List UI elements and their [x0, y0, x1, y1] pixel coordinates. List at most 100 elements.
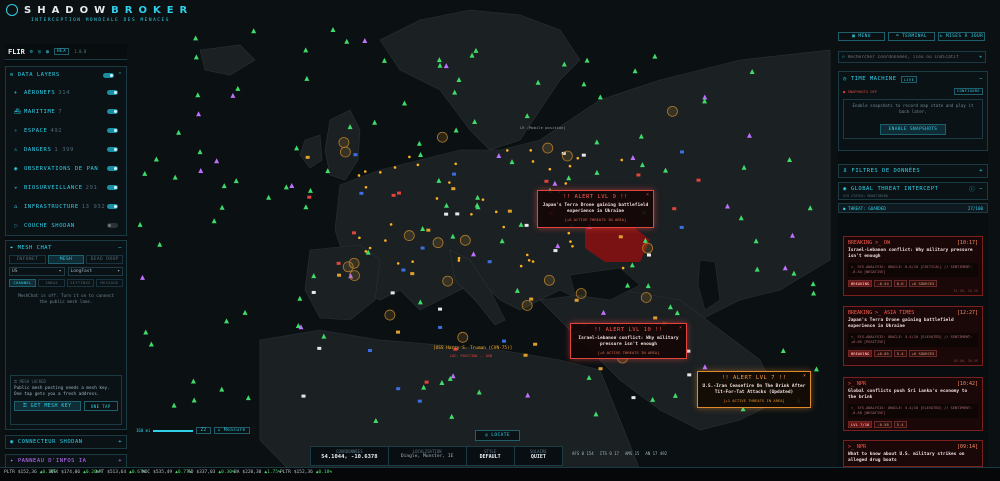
infrastructure-cluster[interactable]: [543, 274, 555, 286]
infrastructure-cluster[interactable]: [338, 137, 350, 148]
aircraft-marker[interactable]: [408, 155, 411, 159]
aircraft-marker[interactable]: [457, 256, 461, 260]
flag-marker[interactable]: [426, 228, 431, 232]
flag-marker[interactable]: [317, 346, 322, 350]
infrastructure-cluster[interactable]: [640, 292, 652, 303]
flag-marker[interactable]: [631, 396, 636, 400]
aircraft-marker[interactable]: [576, 156, 580, 160]
chevron-up-icon[interactable]: ⌃: [118, 72, 122, 78]
close-icon[interactable]: ×: [679, 325, 682, 331]
flag-marker[interactable]: [452, 172, 457, 176]
layer-toggle[interactable]: [107, 147, 118, 152]
flag-marker[interactable]: [696, 178, 701, 182]
zoom-badge[interactable]: Z2: [196, 427, 211, 434]
aircraft-marker[interactable]: [505, 149, 509, 152]
ticker-item[interactable]: NOC $535,49 ▲0.77%: [142, 470, 191, 475]
aircraft-marker[interactable]: [531, 160, 535, 163]
ticker-item[interactable]: PLTR $152,36 ▲0.18%: [4, 470, 56, 475]
aircraft-marker[interactable]: [357, 174, 361, 177]
layer-row[interactable]: ◌ COUCHE SHODAN: [6, 216, 126, 235]
ticker-item[interactable]: GD $337,03 ▲0.30%: [188, 470, 235, 475]
flag-marker[interactable]: [420, 246, 425, 250]
data-filters[interactable]: ⊻ FILTRES DE DONNÉES +: [838, 164, 988, 178]
close-icon[interactable]: ×: [803, 373, 806, 379]
minus-icon[interactable]: −: [979, 186, 983, 192]
subtab-inbox[interactable]: INBOX: [38, 279, 65, 287]
ticker-item[interactable]: RTX $174,06 ▲0.20%: [50, 470, 99, 475]
ticker-item[interactable]: PLTR $152,36 ▲0.18%: [280, 470, 332, 475]
flag-marker[interactable]: [646, 253, 651, 257]
flag-marker[interactable]: [533, 342, 538, 346]
aircraft-marker[interactable]: [519, 264, 523, 268]
settings-icon[interactable]: ⚙: [30, 49, 33, 55]
shodan-connector[interactable]: ◉ CONNECTEUR SHODAN +: [5, 435, 127, 449]
infrastructure-cluster[interactable]: [562, 150, 573, 162]
aircraft-marker[interactable]: [364, 250, 368, 253]
layer-row[interactable]: ☣ BIOSURVEILLANCE 291: [6, 178, 126, 197]
aircraft-marker[interactable]: [567, 231, 571, 235]
infrastructure-cluster[interactable]: [442, 275, 454, 287]
aircraft-marker[interactable]: [358, 236, 361, 240]
flag-marker[interactable]: [311, 290, 316, 294]
layer-toggle[interactable]: [107, 204, 118, 209]
aircraft-marker[interactable]: [569, 240, 572, 243]
flag-marker[interactable]: [368, 348, 373, 352]
alert-popup-iran[interactable]: × !! ALERT LVL 7 !! U.S.-Iran Ceasefire …: [697, 371, 811, 408]
flag-marker[interactable]: [672, 207, 677, 211]
data-layers-toggle[interactable]: [103, 72, 115, 78]
flag-marker[interactable]: [305, 155, 310, 159]
subtab-settings[interactable]: SETTINGS: [67, 279, 94, 287]
measure-button[interactable]: ⟂ Measure: [213, 427, 250, 434]
plus-icon[interactable]: +: [979, 168, 983, 174]
aircraft-marker[interactable]: [457, 259, 461, 262]
flag-marker[interactable]: [451, 187, 456, 191]
flag-marker[interactable]: [391, 193, 396, 197]
aircraft-marker[interactable]: [379, 171, 382, 174]
flag-marker[interactable]: [417, 399, 422, 403]
aircraft-marker[interactable]: [568, 164, 572, 168]
ticker-item[interactable]: BA $220,30 ▲1.75%: [234, 470, 281, 475]
aircraft-marker[interactable]: [393, 166, 397, 169]
flag-marker[interactable]: [523, 353, 528, 357]
info-icon[interactable]: ⓘ: [969, 185, 975, 193]
aircraft-marker[interactable]: [411, 260, 414, 263]
data-layers-header[interactable]: ≋ DATA LAYERS ⌃: [6, 67, 126, 83]
tab-mesh[interactable]: MESH: [47, 255, 85, 264]
globe-icon[interactable]: ◍: [46, 49, 49, 55]
aircraft-marker[interactable]: [529, 149, 533, 152]
subtab-channel[interactable]: CHANNEL: [9, 279, 36, 287]
layer-row[interactable]: ⛴ MARITIME 7: [6, 102, 126, 121]
flag-marker[interactable]: [553, 249, 558, 253]
infrastructure-cluster[interactable]: [436, 131, 448, 143]
layer-toggle[interactable]: [107, 90, 118, 95]
aircraft-marker[interactable]: [620, 158, 624, 162]
aircraft-marker[interactable]: [548, 167, 552, 171]
flag-marker[interactable]: [410, 272, 415, 276]
flag-marker[interactable]: [301, 394, 306, 398]
aircraft-marker[interactable]: [525, 253, 529, 257]
aircraft-marker[interactable]: [368, 246, 372, 250]
minus-icon[interactable]: −: [118, 245, 122, 251]
search-bar[interactable]: ⌕ ✛: [838, 51, 986, 63]
preset-select[interactable]: LongFast ▾: [67, 267, 123, 276]
region-select[interactable]: US ▾: [9, 267, 65, 276]
alert-popup-lebanon[interactable]: × !! ALERT LVL 10 !! Israel-Lebanon conf…: [570, 323, 687, 359]
news-card[interactable]: >_ NPR [09:14] What to know about U.S. mi…: [843, 440, 983, 467]
aircraft-marker[interactable]: [571, 244, 574, 248]
flag-marker[interactable]: [337, 273, 342, 277]
layer-row[interactable]: ✈ AÉRONEFS 314: [6, 83, 126, 102]
flag-marker[interactable]: [336, 261, 341, 265]
aircraft-marker[interactable]: [470, 212, 473, 216]
layer-row[interactable]: ⚠ DANGERS 1 399: [6, 140, 126, 159]
flag-marker[interactable]: [390, 291, 395, 295]
aircraft-marker[interactable]: [502, 225, 506, 229]
flag-marker[interactable]: [401, 268, 406, 272]
layer-toggle[interactable]: [107, 223, 118, 228]
infrastructure-cluster[interactable]: [459, 234, 471, 246]
aircraft-marker[interactable]: [481, 198, 485, 201]
aircraft-marker[interactable]: [384, 239, 387, 242]
time-machine-header[interactable]: ◷ TIME MACHINE LIVE −: [839, 72, 987, 86]
flag-marker[interactable]: [687, 373, 692, 377]
news-card[interactable]: BREAKING >_ ASIA TIMES [12:27] Japan's Te…: [843, 306, 983, 366]
layer-row[interactable]: ◉ OBSERVATIONS DE PAN: [6, 159, 126, 178]
